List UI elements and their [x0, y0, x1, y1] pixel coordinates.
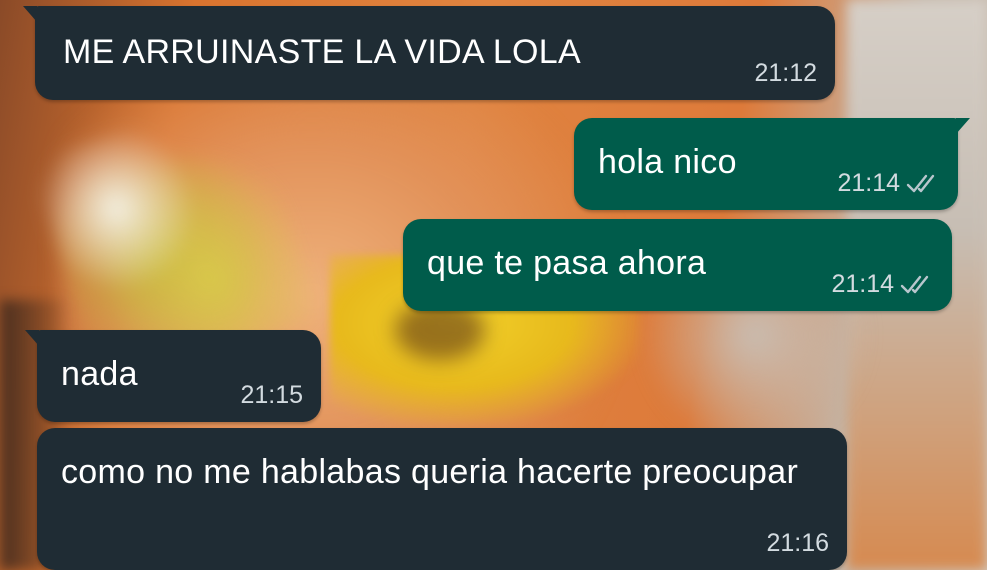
message-meta: 21:14	[837, 169, 940, 198]
outgoing-message-bubble[interactable]: hola nico 21:14	[574, 118, 970, 210]
message-time: 21:14	[837, 169, 900, 197]
outgoing-message-bubble[interactable]: que te pasa ahora 21:14	[403, 219, 952, 311]
message-text: hola nico	[598, 143, 737, 181]
incoming-message-bubble[interactable]: ME ARRUINASTE LA VIDA LOLA 21:12	[23, 6, 835, 100]
message-text: nada	[61, 355, 138, 393]
message-text: como no me hablabas queria hacerte preoc…	[61, 453, 799, 491]
incoming-message-bubble[interactable]: nada 21:15	[25, 330, 321, 422]
chat-window: ME ARRUINASTE LA VIDA LOLA 21:12 hola ni…	[0, 0, 987, 570]
double-check-icon	[900, 275, 929, 293]
message-time: 21:14	[831, 270, 894, 298]
message-meta: 21:16	[766, 529, 829, 558]
message-meta: 21:12	[754, 59, 817, 88]
message-time: 21:15	[240, 381, 303, 409]
double-check-icon	[906, 174, 935, 192]
message-time: 21:12	[754, 59, 817, 87]
message-text: ME ARRUINASTE LA VIDA LOLA	[63, 33, 581, 71]
message-text: que te pasa ahora	[427, 244, 707, 282]
message-meta: 21:14	[831, 270, 934, 299]
message-time: 21:16	[766, 529, 829, 557]
incoming-message-bubble[interactable]: como no me hablabas queria hacerte preoc…	[37, 428, 847, 570]
message-meta: 21:15	[240, 381, 303, 410]
